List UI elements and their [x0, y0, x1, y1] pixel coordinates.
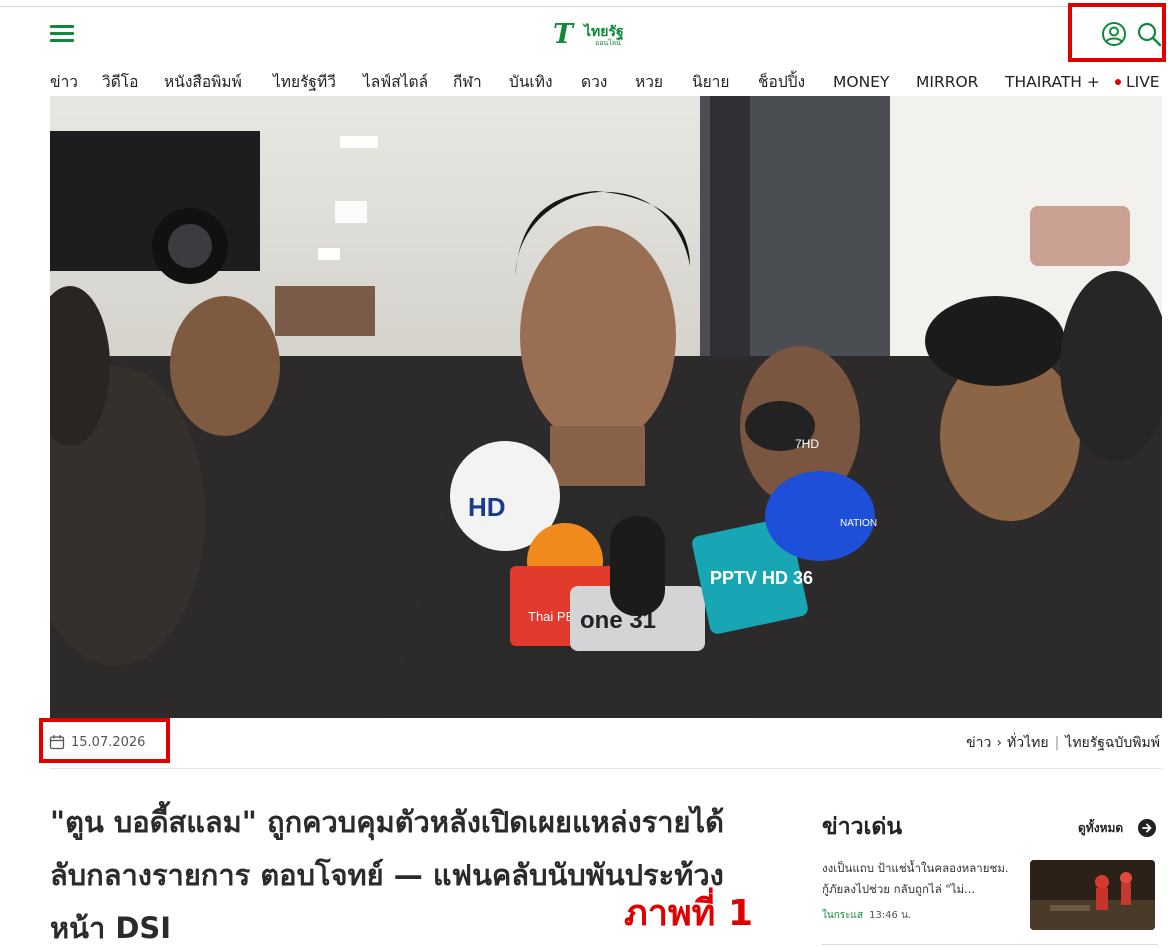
thumbnail-illustration	[1030, 860, 1155, 930]
trending-item-thumbnail[interactable]	[1030, 860, 1155, 930]
breadcrumb-nationwide[interactable]: ทั่วไทย	[1007, 735, 1049, 751]
mic-label-pptv: PPTV HD 36	[710, 568, 813, 588]
chevron-right-icon: ›	[996, 735, 1002, 751]
nav-item-news[interactable]: ข่าว	[50, 70, 78, 94]
nav-item-live[interactable]: LIVE	[1126, 70, 1160, 94]
trending-item-category[interactable]: ในกระแส	[822, 910, 863, 921]
calendar-icon	[49, 735, 65, 750]
nav-item-video[interactable]: วิดีโอ	[102, 70, 138, 94]
mic-label-7hd: 7HD	[795, 437, 819, 451]
search-icon[interactable]	[1136, 21, 1162, 47]
nav-item-lifestyle[interactable]: ไลฟ์สไตล์	[363, 70, 428, 94]
logo-mark: T	[553, 19, 574, 50]
hamburger-menu-icon[interactable]	[50, 24, 74, 44]
arrow-right-circle-icon[interactable]	[1138, 819, 1156, 837]
publish-date: 15.07.2026	[71, 735, 146, 750]
hero-photo-illustration: HD Thai PBS one 31 PPTV HD 36 NATION 7HD	[50, 96, 1162, 718]
nav-item-money[interactable]: MONEY	[833, 70, 889, 94]
logo-subtitle: ออนไลน์	[595, 39, 621, 47]
trending-item-time: 13:46 น.	[869, 910, 912, 921]
nav-item-lottery[interactable]: หวย	[635, 70, 663, 94]
image-caption-overlay: ภาพที่ 1	[624, 893, 753, 934]
nav-item-thairath-tv[interactable]: ไทยรัฐทีวี	[273, 70, 336, 94]
user-account-icon[interactable]	[1101, 21, 1127, 47]
trending-title: ข่าวเด่น	[822, 814, 903, 840]
breadcrumb-divider: |	[1054, 735, 1060, 751]
breadcrumb-news[interactable]: ข่าว	[966, 735, 991, 751]
mic-label-nation: NATION	[840, 518, 877, 529]
nav-item-sports[interactable]: กีฬา	[453, 70, 482, 94]
live-dot-icon	[1115, 79, 1121, 85]
breadcrumb: ข่าว › ทั่วไทย | ไทยรัฐฉบับพิมพ์	[966, 732, 1160, 754]
meta-divider	[50, 768, 1162, 769]
see-all-link[interactable]: ดูทั้งหมด	[1078, 818, 1123, 838]
trending-item-title: งงเป็นแถบ ป้าแช่น้ำในคลองหลายชม. กู้ภัยล…	[822, 861, 1009, 896]
mic-label-ch3: HD	[468, 492, 506, 522]
nav-item-entertainment[interactable]: บันเทิง	[509, 70, 553, 94]
site-logo[interactable]: T ไทยรัฐ ออนไลน์	[553, 20, 625, 50]
trending-divider	[822, 944, 1158, 945]
nav-item-mirror[interactable]: MIRROR	[916, 70, 978, 94]
nav-item-thairath-plus[interactable]: THAIRATH +	[1005, 70, 1100, 94]
nav-item-shopping[interactable]: ช็อปปิ้ง	[758, 70, 805, 94]
nav-item-newspaper[interactable]: หนังสือพิมพ์	[164, 70, 242, 94]
top-border	[0, 6, 1168, 7]
breadcrumb-print-edition[interactable]: ไทยรัฐฉบับพิมพ์	[1065, 735, 1160, 751]
main-nav: ข่าว วิดีโอ หนังสือพิมพ์ ไทยรัฐทีวี ไลฟ์…	[50, 70, 1162, 94]
trending-item-meta: ในกระแส 13:46 น.	[822, 908, 911, 924]
hero-image[interactable]: HD Thai PBS one 31 PPTV HD 36 NATION 7HD	[50, 96, 1162, 718]
trending-item[interactable]: งงเป็นแถบ ป้าแช่น้ำในคลองหลายชม. กู้ภัยล…	[822, 858, 1158, 930]
nav-item-novel[interactable]: นิยาย	[692, 70, 729, 94]
nav-item-horoscope[interactable]: ดวง	[581, 70, 607, 94]
